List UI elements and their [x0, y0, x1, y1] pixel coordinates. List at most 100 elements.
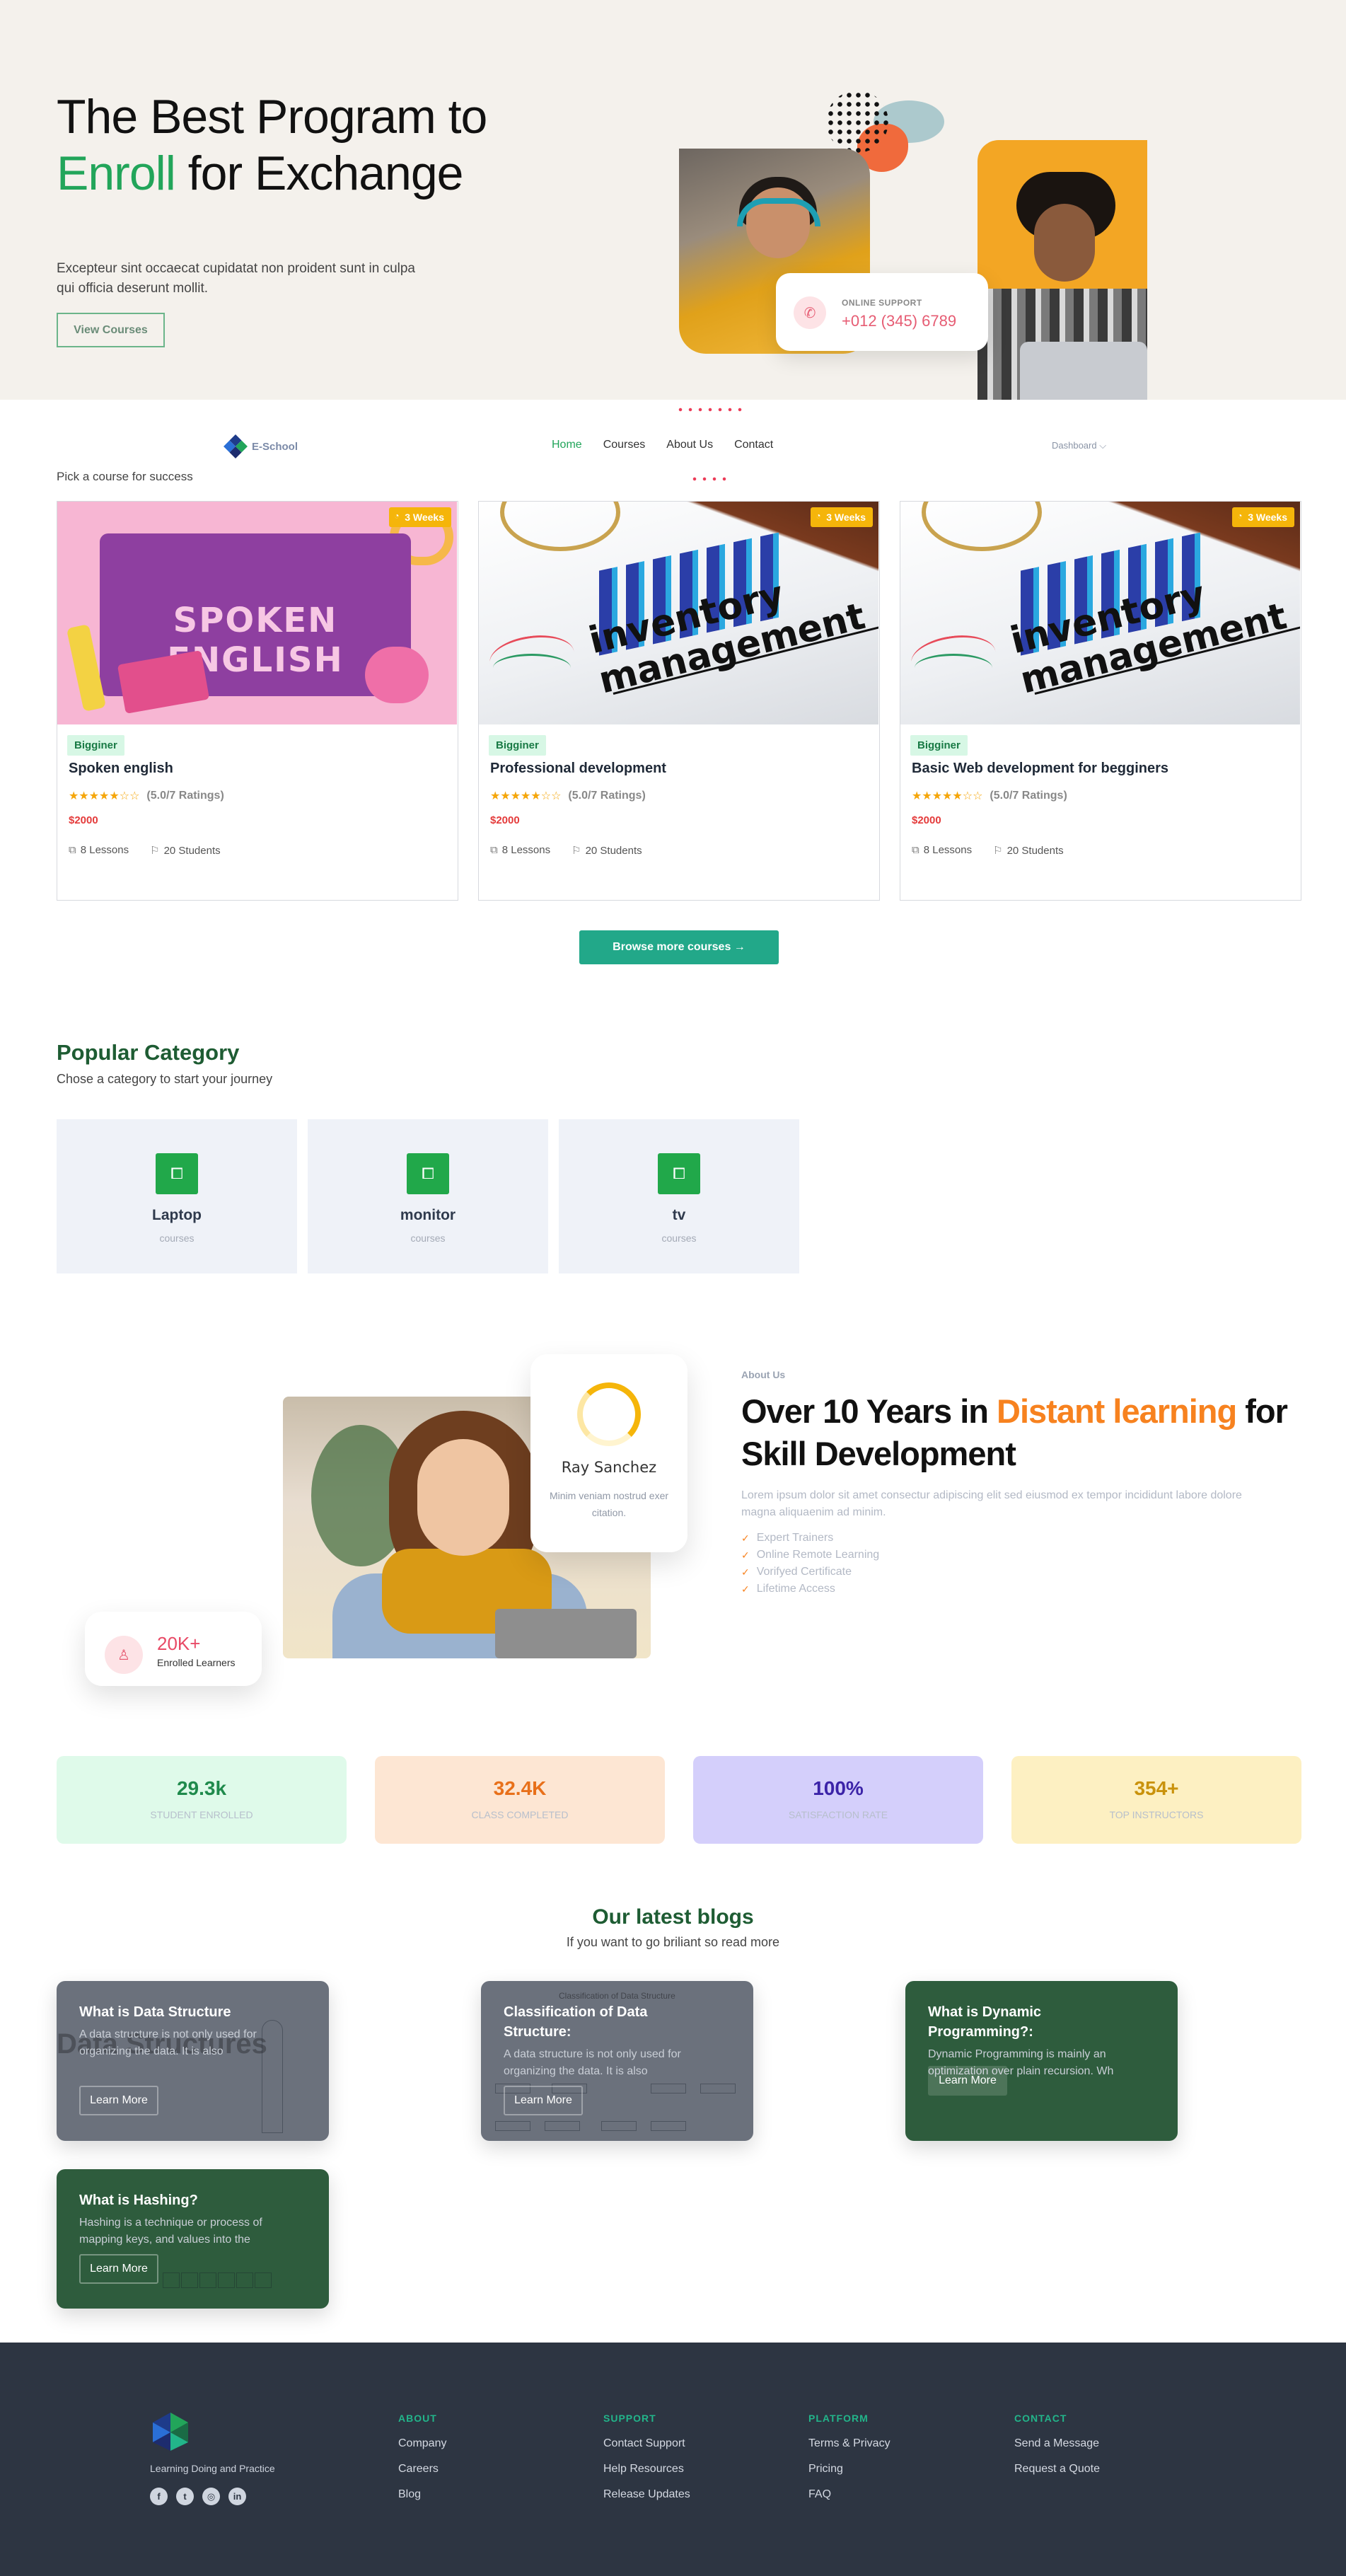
- learn-more-button[interactable]: Learn More: [504, 2086, 583, 2115]
- brand-logo[interactable]: E-School: [224, 434, 298, 458]
- stat-card: 32.4K CLASS COMPLETED: [375, 1756, 665, 1844]
- students-count: 20 Students: [1006, 845, 1064, 857]
- blog-card[interactable]: What is Hashing? Hashing is a technique …: [57, 2169, 329, 2309]
- footer-tagline: Learning Doing and Practice: [150, 2463, 275, 2474]
- footer-link-release-updates[interactable]: Release Updates: [603, 2488, 690, 2514]
- nav-contact[interactable]: Contact: [734, 439, 773, 451]
- hero-subtitle: Excepteur sint occaecat cupidatat non pr…: [57, 261, 415, 296]
- duration-badge: 3 Weeks: [811, 507, 873, 527]
- course-title[interactable]: Basic Web development for begginers: [912, 761, 1168, 777]
- course-image: inventorymanagement 3 Weeks: [900, 502, 1300, 724]
- footer-heading: ABOUT: [398, 2413, 437, 2424]
- footer-logo-icon[interactable]: [150, 2411, 191, 2452]
- about-text: Lorem ipsum dolor sit amet consectur adi…: [741, 1489, 1242, 1518]
- lessons-count: 8 Lessons: [80, 844, 129, 856]
- linkedin-icon[interactable]: in: [228, 2488, 246, 2505]
- lessons-count: 8 Lessons: [501, 844, 551, 856]
- stat-label: CLASS COMPLETED: [471, 1809, 569, 1820]
- blogs-title: Our latest blogs: [592, 1905, 754, 1929]
- arrow-right-icon: →: [731, 941, 745, 953]
- learn-more-button[interactable]: Learn More: [79, 2254, 158, 2284]
- twitter-icon[interactable]: t: [176, 2488, 194, 2505]
- star-rating-icon: ★★★★★☆☆: [69, 790, 140, 802]
- course-price: $2000: [490, 814, 520, 826]
- category-subtitle: Chose a category to start your journey: [57, 1072, 273, 1086]
- support-phone[interactable]: +012 (345) 6789: [842, 312, 956, 330]
- duration-badge: 3 Weeks: [1232, 507, 1294, 527]
- feature-item: ✓ Online Remote Learning: [741, 1549, 880, 1561]
- lessons-icon: ⧉: [69, 844, 76, 856]
- stat-value: 354+: [1134, 1777, 1179, 1799]
- browse-courses-label: Browse more courses: [613, 941, 731, 953]
- footer-link-send-message[interactable]: Send a Message: [1014, 2437, 1100, 2463]
- category-count: courses: [159, 1232, 195, 1244]
- course-rating: ★★★★★☆☆ (5.0/7 Ratings): [912, 789, 1067, 803]
- footer-link-pricing[interactable]: Pricing: [808, 2463, 890, 2488]
- category-card[interactable]: ⧠ Laptop courses: [57, 1119, 297, 1273]
- footer-link-faq[interactable]: FAQ: [808, 2488, 890, 2514]
- decor-dots: [690, 474, 732, 484]
- footer-link-blog[interactable]: Blog: [398, 2488, 446, 2514]
- learners-card: ♙ 20K+ Enrolled Learners: [85, 1612, 262, 1686]
- hash-table-cell: [218, 2272, 235, 2288]
- facebook-icon[interactable]: f: [150, 2488, 168, 2505]
- duration-badge: 3 Weeks: [389, 507, 451, 527]
- instagram-icon[interactable]: ◎: [202, 2488, 220, 2505]
- footer-heading: PLATFORM: [808, 2413, 869, 2424]
- course-title[interactable]: Professional development: [490, 761, 666, 777]
- students-count: 20 Students: [163, 845, 221, 857]
- hash-table-cell: [199, 2272, 216, 2288]
- about-title: Over 10 Years in Distant learning for Sk…: [741, 1390, 1293, 1475]
- footer-link-company[interactable]: Company: [398, 2437, 446, 2463]
- nav-links: Home Courses About Us Contact: [552, 439, 773, 451]
- category-name: monitor: [400, 1207, 456, 1223]
- category-card[interactable]: ⧠ monitor courses: [308, 1119, 548, 1273]
- footer-link-terms-privacy[interactable]: Terms & Privacy: [808, 2437, 890, 2463]
- online-support-card: ✆ ONLINE SUPPORT +012 (345) 6789: [776, 273, 988, 351]
- nav-courses[interactable]: Courses: [603, 439, 646, 451]
- category-count: courses: [410, 1232, 446, 1244]
- course-title[interactable]: Spoken english: [69, 761, 173, 777]
- check-icon: ✓: [741, 1583, 750, 1595]
- browse-courses-button[interactable]: Browse more courses →: [579, 930, 779, 964]
- course-image: inventorymanagement 3 Weeks: [479, 502, 878, 724]
- blog-card[interactable]: Data Structures What is Data Structure A…: [57, 1981, 329, 2141]
- footer-link-request-quote[interactable]: Request a Quote: [1014, 2463, 1100, 2488]
- learners-label: Enrolled Learners: [157, 1657, 236, 1668]
- rating-text: (5.0/7 Ratings): [568, 790, 646, 802]
- lessons-count: 8 Lessons: [923, 844, 973, 856]
- learn-more-button[interactable]: Learn More: [79, 2086, 158, 2115]
- course-meta: ⧉ 8 Lessons ⚐ 20 Students: [912, 844, 1064, 857]
- footer-link-contact-support[interactable]: Contact Support: [603, 2437, 690, 2463]
- course-card[interactable]: inventorymanagement 3 Weeks Bigginer Pro…: [478, 501, 880, 901]
- blog-card[interactable]: Classification of Data Structure Classif…: [481, 1981, 753, 2141]
- footer-link-help-resources[interactable]: Help Resources: [603, 2463, 690, 2488]
- category-card[interactable]: ⧠ tv courses: [559, 1119, 799, 1273]
- footer-link-careers[interactable]: Careers: [398, 2463, 446, 2488]
- course-meta: ⧉ 8 Lessons ⚐ 20 Students: [69, 844, 221, 857]
- lessons-icon: ⧉: [490, 844, 498, 856]
- decor-dots: [675, 405, 746, 416]
- category-icon: ⧠: [407, 1153, 449, 1194]
- hash-table-cell: [255, 2272, 272, 2288]
- feature-item: ✓ Vorifyed Certificate: [741, 1566, 852, 1578]
- diagram-box: [545, 2121, 580, 2131]
- nav-home[interactable]: Home: [552, 439, 582, 451]
- course-card[interactable]: SPOKEN ENGLISH 3 Weeks Bigginer Spoken e…: [57, 501, 458, 901]
- user-icon: ♙: [105, 1636, 143, 1674]
- feature-item: ✓ Expert Trainers: [741, 1532, 834, 1544]
- course-card[interactable]: inventorymanagement 3 Weeks Bigginer Bas…: [900, 501, 1301, 901]
- dashboard-dropdown[interactable]: Dashboard ⌵: [1052, 440, 1106, 451]
- blog-title: What is Hashing?: [79, 2193, 198, 2208]
- nav-about-us[interactable]: About Us: [666, 439, 713, 451]
- learn-more-button[interactable]: Learn More: [928, 2066, 1007, 2096]
- category-title: Popular Category: [57, 1040, 240, 1065]
- about-features: ✓ Expert Trainers ✓ Online Remote Learning…: [741, 1530, 879, 1598]
- hero-illustration: ✆ ONLINE SUPPORT +012 (345) 6789: [665, 85, 1174, 400]
- blog-card[interactable]: What is Dynamic Programming?: Dynamic Pr…: [905, 1981, 1178, 2141]
- course-price: $2000: [69, 814, 98, 826]
- stat-card: 29.3k STUDENT ENROLLED: [57, 1756, 347, 1844]
- about-title-part1: Over 10 Years in: [741, 1392, 989, 1430]
- view-courses-button[interactable]: View Courses: [57, 313, 165, 347]
- course-image: SPOKEN ENGLISH 3 Weeks: [57, 502, 457, 724]
